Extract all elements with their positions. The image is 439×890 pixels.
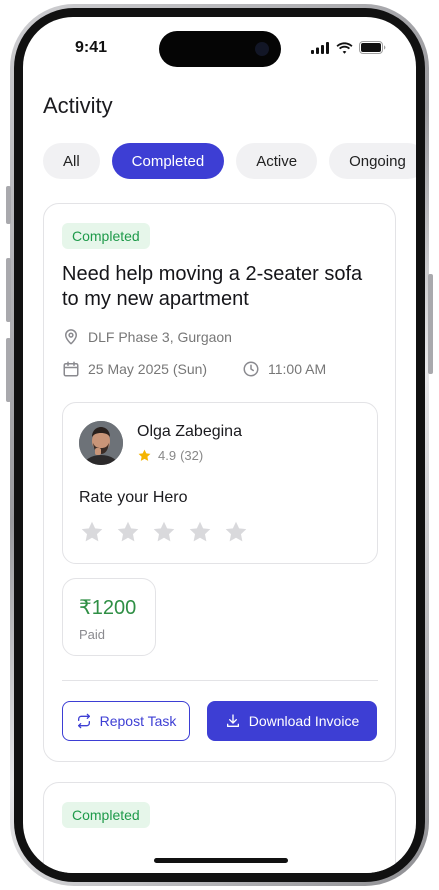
location-pin-icon bbox=[65, 329, 77, 345]
status-badge: Completed bbox=[62, 223, 150, 249]
rate-hero-label: Rate your Hero bbox=[79, 489, 188, 506]
time-text: 11:00 AM bbox=[268, 361, 327, 377]
price-amount: ₹1200 bbox=[79, 597, 137, 619]
filter-chip-ongoing[interactable]: Ongoing bbox=[329, 143, 416, 179]
star-rating-4-icon[interactable] bbox=[187, 519, 213, 545]
location-text: DLF Phase 3, Gurgaon bbox=[88, 329, 232, 345]
repost-task-label: Repost Task bbox=[99, 713, 177, 729]
home-indicator[interactable] bbox=[154, 858, 288, 863]
calendar-icon bbox=[63, 361, 79, 377]
screen: 9:41 Activity All Completed Active Ongoi… bbox=[23, 17, 416, 873]
volume-up-button bbox=[6, 258, 11, 322]
action-button bbox=[6, 186, 11, 224]
filter-chip-active[interactable]: Active bbox=[236, 143, 318, 179]
hero-rating: 4.9 (32) bbox=[137, 448, 203, 463]
download-icon bbox=[226, 714, 239, 727]
filter-tabs: All Completed Active Ongoing bbox=[43, 143, 416, 179]
status-time: 9:41 bbox=[75, 39, 108, 56]
avatar-image bbox=[79, 421, 123, 465]
battery-icon bbox=[359, 41, 386, 54]
task-location: DLF Phase 3, Gurgaon bbox=[62, 328, 232, 346]
star-rating-3-icon[interactable] bbox=[151, 519, 177, 545]
task-date: 25 May 2025 (Sun) bbox=[62, 360, 207, 378]
task-title: Need help moving a 2-seater sofa to my n… bbox=[62, 263, 363, 310]
star-rating-1-icon[interactable] bbox=[79, 519, 105, 545]
repost-task-button[interactable]: Repost Task bbox=[62, 701, 190, 741]
status-badge-next: Completed bbox=[62, 802, 150, 828]
price-box: ₹1200 Paid bbox=[62, 578, 156, 656]
rating-stars bbox=[79, 519, 249, 545]
hero-name: Olga Zabegina bbox=[137, 423, 242, 440]
review-count: (32) bbox=[180, 448, 204, 463]
cellular-signal-icon bbox=[311, 41, 329, 54]
task-time: 11:00 AM bbox=[242, 360, 326, 378]
star-icon bbox=[138, 449, 151, 461]
star-rating-2-icon[interactable] bbox=[115, 519, 141, 545]
download-invoice-button[interactable]: Download Invoice bbox=[207, 701, 377, 741]
clock-icon bbox=[243, 361, 259, 377]
download-invoice-label: Download Invoice bbox=[248, 713, 360, 729]
dynamic-island bbox=[159, 31, 281, 67]
payment-status: Paid bbox=[79, 627, 106, 642]
star-rating-5-icon[interactable] bbox=[223, 519, 249, 545]
hero-card: Olga Zabegina 4.9 (32) Rate your Hero bbox=[62, 402, 378, 564]
page-title: Activity bbox=[43, 93, 113, 118]
date-text: 25 May 2025 (Sun) bbox=[88, 361, 208, 377]
power-button bbox=[428, 274, 433, 374]
filter-chip-completed[interactable]: Completed bbox=[111, 143, 225, 179]
status-icons bbox=[311, 41, 386, 54]
filter-chip-all[interactable]: All bbox=[43, 143, 100, 179]
divider bbox=[62, 680, 378, 681]
front-camera bbox=[255, 42, 269, 56]
rating-value: 4.9 bbox=[158, 448, 177, 463]
hero-avatar bbox=[79, 421, 123, 465]
task-card[interactable]: Completed Need help moving a 2-seater so… bbox=[43, 203, 396, 762]
wifi-icon bbox=[336, 41, 353, 54]
repost-icon bbox=[77, 713, 90, 729]
volume-down-button bbox=[6, 338, 11, 402]
